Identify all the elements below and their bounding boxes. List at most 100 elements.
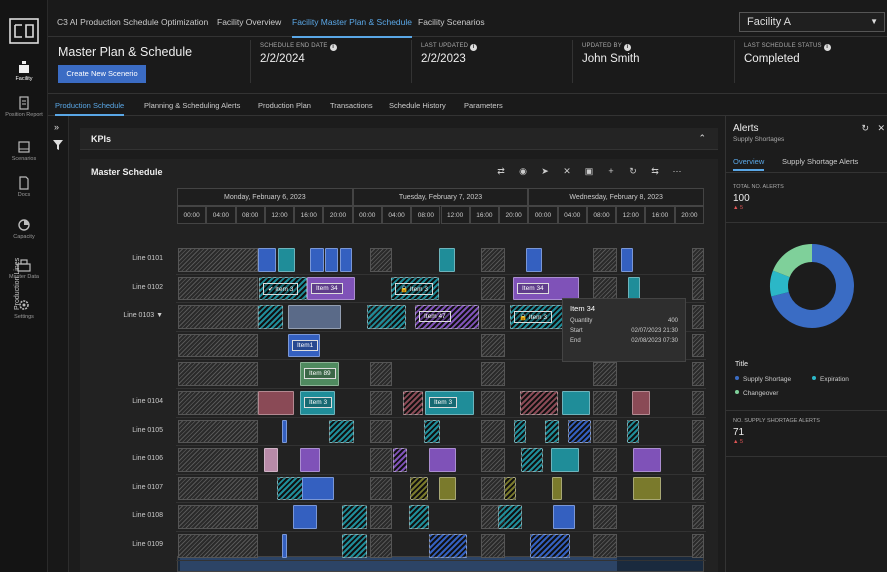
schedule-block[interactable] xyxy=(633,448,661,472)
schedule-block[interactable] xyxy=(264,448,278,472)
info-icon[interactable]: i xyxy=(470,44,478,51)
donut-slice[interactable] xyxy=(772,244,812,278)
rail-item-facility[interactable]: Facility xyxy=(0,60,48,82)
rail-item-position-report[interactable]: Position Report xyxy=(0,96,48,118)
rail-item-master-data[interactable]: Master Data xyxy=(0,258,48,280)
schedule-block[interactable] xyxy=(633,476,661,501)
tab-facility-overview[interactable]: Facility Overview xyxy=(217,17,281,27)
schedule-block[interactable] xyxy=(521,448,543,472)
chevron-up-icon[interactable]: ⌃ xyxy=(698,133,706,144)
close-icon[interactable]: ✕ xyxy=(877,123,885,134)
schedule-block[interactable] xyxy=(568,419,591,444)
rail-item-capacity[interactable]: Capacity xyxy=(0,218,48,240)
refresh-icon[interactable]: ↻ xyxy=(627,165,639,177)
production-line-label[interactable]: Line 0105 xyxy=(79,427,163,434)
schedule-block[interactable] xyxy=(621,248,633,272)
schedule-block[interactable] xyxy=(553,505,575,529)
schedule-block[interactable] xyxy=(498,505,522,529)
schedule-block[interactable] xyxy=(545,419,559,444)
schedule-block[interactable] xyxy=(627,419,639,444)
schedule-block[interactable] xyxy=(552,476,562,501)
production-line-label[interactable]: Line 0109 xyxy=(79,541,163,548)
kpi-panel[interactable]: KPIs ⌃ xyxy=(80,128,718,150)
production-line-label[interactable]: Line 0102 xyxy=(79,284,163,291)
tab-production-plan[interactable]: Production Plan xyxy=(258,101,311,110)
rail-item-docs[interactable]: Docs xyxy=(0,176,48,198)
schedule-block[interactable] xyxy=(403,391,423,415)
production-line-label[interactable]: Line 0101 xyxy=(79,255,163,262)
info-icon[interactable]: i xyxy=(623,44,631,51)
schedule-block[interactable] xyxy=(520,391,558,415)
more-icon[interactable]: ⋯ xyxy=(671,165,683,177)
schedule-block[interactable] xyxy=(258,248,276,272)
schedule-block[interactable] xyxy=(293,505,317,529)
schedule-block[interactable] xyxy=(329,419,354,444)
rail-item-scenarios[interactable]: Scenarios xyxy=(0,140,48,162)
schedule-block[interactable] xyxy=(300,448,320,472)
production-line-label[interactable]: Line 0107 xyxy=(79,484,163,491)
tab-production-schedule[interactable]: Production Schedule xyxy=(55,101,125,116)
expand-icon[interactable]: » xyxy=(54,122,59,132)
timeline-scrollbar[interactable] xyxy=(177,556,704,572)
schedule-block[interactable] xyxy=(288,305,341,329)
schedule-block[interactable] xyxy=(340,248,352,272)
schedule-block[interactable] xyxy=(551,448,579,472)
production-line-label[interactable]: Line 0104 xyxy=(79,398,163,405)
schedule-block[interactable] xyxy=(258,305,283,329)
schedule-block[interactable] xyxy=(282,534,287,558)
production-line-label[interactable]: Line 0106 xyxy=(79,455,163,462)
schedule-block[interactable] xyxy=(410,476,428,501)
schedule-block[interactable] xyxy=(424,419,440,444)
schedule-block[interactable] xyxy=(325,248,338,272)
schedule-block[interactable] xyxy=(439,248,455,272)
tab-planning-alerts[interactable]: Planning & Scheduling Alerts xyxy=(144,101,240,110)
add-icon[interactable]: + xyxy=(605,165,617,177)
schedule-block[interactable] xyxy=(342,534,367,558)
schedule-block[interactable] xyxy=(277,476,305,501)
tab-parameters[interactable]: Parameters xyxy=(464,101,503,110)
tab-facility-scenarios[interactable]: Facility Scenarios xyxy=(418,17,485,27)
schedule-block[interactable] xyxy=(302,476,334,501)
schedule-block[interactable] xyxy=(278,248,295,272)
schedule-block[interactable] xyxy=(439,476,456,501)
sync-icon[interactable]: ⇆ xyxy=(649,165,661,177)
c3-logo-icon[interactable] xyxy=(9,18,39,44)
info-icon[interactable]: i xyxy=(823,44,831,51)
close-icon[interactable]: ✕ xyxy=(561,165,573,177)
compass-icon[interactable]: ◉ xyxy=(517,165,529,177)
create-scenario-button[interactable]: Create New Scenerio xyxy=(58,65,146,83)
schedule-block[interactable] xyxy=(632,391,650,415)
schedule-block[interactable] xyxy=(367,305,406,329)
swap-icon[interactable]: ⇄ xyxy=(495,165,507,177)
schedule-block[interactable] xyxy=(562,391,590,415)
schedule-block[interactable] xyxy=(393,448,407,472)
facility-select[interactable]: Facility A ▼ xyxy=(739,12,885,32)
production-line-label[interactable]: Line 0103 ▼ xyxy=(79,312,163,319)
schedule-block[interactable] xyxy=(504,476,516,501)
schedule-block[interactable] xyxy=(409,505,429,529)
downtime-block xyxy=(370,505,392,529)
save-icon[interactable]: ▣ xyxy=(583,165,595,177)
production-line-label[interactable]: Line 0108 xyxy=(79,512,163,519)
schedule-block[interactable] xyxy=(282,419,287,444)
schedule-block[interactable] xyxy=(342,505,367,529)
rail-item-settings[interactable]: Settings xyxy=(0,298,48,320)
schedule-block[interactable] xyxy=(258,391,294,415)
schedule-block[interactable] xyxy=(526,248,542,272)
refresh-icon[interactable]: ↻ xyxy=(861,123,869,134)
schedule-block[interactable] xyxy=(310,248,324,272)
schedule-block[interactable] xyxy=(514,419,526,444)
tab-facility-master-plan[interactable]: Facility Master Plan & Schedule xyxy=(292,17,412,38)
tab-transactions[interactable]: Transactions xyxy=(330,101,373,110)
filter-icon[interactable] xyxy=(53,140,63,150)
tab-schedule-history[interactable]: Schedule History xyxy=(389,101,446,110)
pointer-icon[interactable]: ➤ xyxy=(539,165,551,177)
schedule-block[interactable] xyxy=(429,448,456,472)
schedule-block[interactable] xyxy=(429,534,467,558)
schedule-block[interactable] xyxy=(530,534,570,558)
info-icon[interactable]: i xyxy=(329,44,337,51)
schedule-block-label: Item 34 xyxy=(517,282,549,294)
tab-supply-shortage-alerts[interactable]: Supply Shortage Alerts xyxy=(782,157,858,166)
schedule-block[interactable] xyxy=(628,276,640,301)
tab-overview[interactable]: Overview xyxy=(733,157,765,171)
